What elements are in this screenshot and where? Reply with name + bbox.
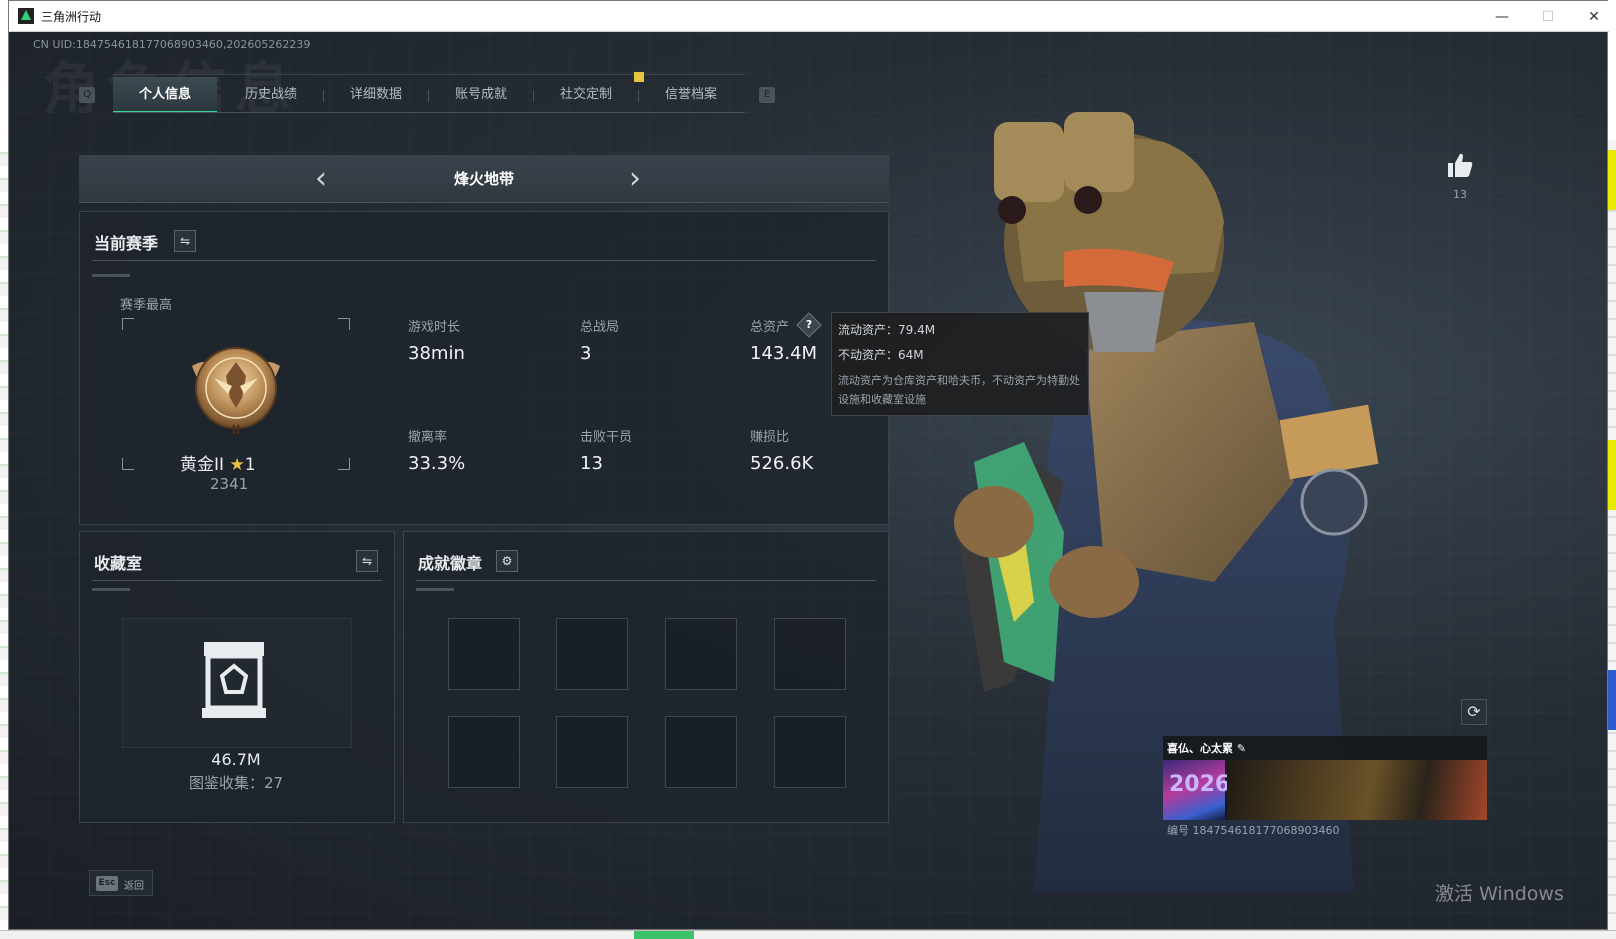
mode-selector: ‹ 烽火地带 › — [79, 155, 889, 203]
stat-label-kills: 击败干员 — [580, 430, 633, 445]
minimize-button[interactable]: — — [1479, 1, 1525, 32]
back-label: 返回 — [124, 881, 144, 892]
badge-slot[interactable] — [774, 716, 846, 788]
tab-personal-info[interactable]: 个人信息 — [113, 77, 217, 113]
achievement-header: 成就徽章 — [418, 554, 483, 573]
thumbs-up-icon[interactable] — [1445, 150, 1475, 180]
back-button[interactable]: Esc 返回 — [89, 870, 153, 896]
stat-value-extract-rate: 33.3% — [408, 453, 466, 474]
assets-help-icon[interactable]: ? — [796, 312, 822, 338]
badge-slot[interactable] — [448, 618, 520, 690]
background-app-bottom — [0, 930, 1616, 939]
collection-count: 图鉴收集：27 — [188, 774, 284, 792]
uid-text: CN UID:184754618177068903460,20260526223… — [33, 38, 311, 51]
title-bar: 三角洲行动 — ☐ ✕ — [9, 1, 1609, 32]
player-name: 喜仏、心太累 ✎ — [1167, 742, 1247, 755]
stat-label-playtime: 游戏时长 — [408, 320, 461, 335]
achievement-panel: 成就徽章 ⚙ — [403, 531, 889, 823]
collection-value: 46.7M — [211, 750, 261, 769]
player-card[interactable]: 喜仏、心太累 ✎ 2026 — [1163, 736, 1487, 820]
stat-label-assets: 总资产 — [750, 320, 790, 335]
stat-value-kills: 13 — [580, 453, 603, 474]
prev-tab-key[interactable]: Q — [79, 87, 95, 103]
tab-achievements[interactable]: 账号成就 — [429, 77, 533, 113]
tooltip-liquid: 流动资产：79.4M — [838, 323, 936, 337]
collection-swap-icon[interactable]: ⇋ — [356, 550, 378, 572]
badge-slot[interactable] — [556, 618, 628, 690]
stat-value-matches: 3 — [580, 343, 592, 364]
stat-value-assets: 143.4M — [750, 343, 818, 364]
esc-key-icon: Esc — [96, 876, 118, 891]
stat-value-profit-ratio: 526.6K — [750, 453, 814, 474]
svg-text:II: II — [232, 423, 241, 437]
activate-windows-watermark: 激活 Windows — [1435, 883, 1564, 905]
tooltip-fixed: 不动资产：64M — [838, 348, 924, 362]
rank-score: 2341 — [210, 475, 249, 493]
rank-medal-icon: II — [192, 347, 280, 437]
collection-header: 收藏室 — [94, 554, 143, 573]
stat-label-profit-ratio: 赚损比 — [750, 430, 790, 445]
mode-next-arrow-icon[interactable]: › — [629, 161, 641, 197]
rank-label: 黄金II ★1 — [180, 455, 256, 475]
player-id[interactable]: 编号 184754618177068903460 — [1167, 822, 1339, 838]
season-header: 当前赛季 — [94, 234, 159, 253]
showcase-icon[interactable] — [200, 638, 268, 722]
edit-icon[interactable]: ✎ — [1237, 742, 1246, 755]
mode-title: 烽火地带 — [453, 170, 514, 188]
tab-details[interactable]: 详细数据 — [324, 77, 428, 113]
collection-panel: 收藏室 ⇋ 46.7M 图鉴收集：27 — [79, 531, 395, 823]
player-banner — [1227, 760, 1487, 820]
tab-credit[interactable]: 信誉档案 — [639, 77, 743, 113]
game-viewport: 角色信息 CN UID:184754618177068903460,202605… — [9, 32, 1607, 929]
background-app-right — [1608, 140, 1616, 930]
stat-value-playtime: 38min — [408, 343, 465, 364]
star-icon: ★ — [229, 455, 245, 475]
background-app-left — [0, 140, 8, 930]
refresh-icon[interactable]: ⟳ — [1461, 699, 1487, 725]
badge-slot[interactable] — [556, 716, 628, 788]
achievement-gear-icon[interactable]: ⚙ — [496, 550, 518, 572]
badge-slot[interactable] — [665, 618, 737, 690]
game-window: 三角洲行动 — ☐ ✕ 角色信息 CN UID:1847546181770689… — [8, 0, 1609, 930]
like-count: 13 — [1453, 188, 1467, 201]
app-logo-icon — [18, 8, 34, 24]
avatar[interactable]: 2026 — [1163, 760, 1230, 820]
stat-label-extract-rate: 撤离率 — [408, 430, 448, 445]
window-title: 三角洲行动 — [41, 10, 102, 24]
season-best-label: 赛季最高 — [120, 298, 173, 313]
maximize-button[interactable]: ☐ — [1525, 1, 1571, 32]
tab-social[interactable]: 社交定制 — [534, 77, 638, 113]
badge-slot[interactable] — [448, 716, 520, 788]
tab-history[interactable]: 历史战绩 — [219, 77, 323, 113]
tooltip-desc: 流动资产为仓库资产和哈夫币，不动资产为特勤处设施和收藏室设施 — [838, 374, 1080, 406]
badge-slot[interactable] — [774, 618, 846, 690]
stat-label-matches: 总战局 — [580, 320, 620, 335]
assets-tooltip: 流动资产：79.4M 不动资产：64M 流动资产为仓库资产和哈夫币，不动资产为特… — [831, 312, 1089, 416]
next-tab-key[interactable]: E — [759, 87, 775, 103]
current-season-panel: 当前赛季 ⇋ 赛季最高 II 黄金II ★1 2341 游戏时长 38min 总… — [79, 211, 889, 525]
main-tabs: Q 个人信息 历史战绩 详细数据 账号成就 社交定制 信誉档案 E — [79, 72, 789, 114]
season-swap-icon[interactable]: ⇋ — [174, 230, 196, 252]
badge-slot[interactable] — [665, 716, 737, 788]
close-button[interactable]: ✕ — [1571, 1, 1616, 32]
